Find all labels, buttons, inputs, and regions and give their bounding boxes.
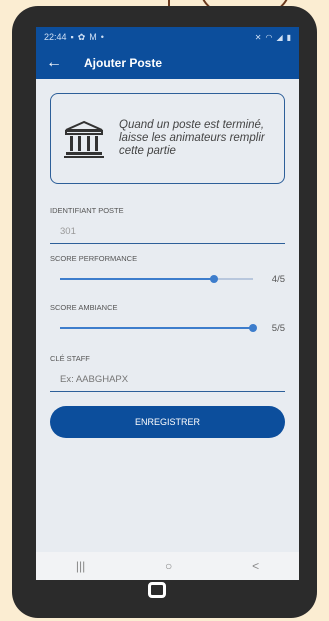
- ambiance-slider[interactable]: [60, 324, 257, 332]
- android-nav-bar: ||| ○ <: [36, 552, 299, 580]
- battery-icon: ▮: [286, 32, 291, 42]
- page-title: Ajouter Poste: [84, 56, 163, 70]
- id-label: IDENTIFIANT POSTE: [50, 206, 124, 215]
- signal-icon: ◢: [276, 32, 283, 42]
- perf-slider-thumb[interactable]: [210, 275, 219, 283]
- recent-apps-icon[interactable]: |||: [76, 559, 85, 573]
- wifi-icon: ◠: [265, 32, 273, 42]
- app-screen: 22:44 ▪ ✿ M • ✕ ◠ ◢ ▮ ← Ajouter Poste Qu…: [36, 27, 299, 580]
- ambiance-label: SCORE AMBIANCE: [50, 303, 118, 312]
- gmail-icon: M: [89, 32, 97, 42]
- dot-icon: •: [100, 32, 104, 42]
- perf-value: 4/5: [271, 273, 285, 285]
- ambiance-value: 5/5: [271, 322, 285, 334]
- mute-icon: ✕: [254, 32, 262, 42]
- app-bar: ← Ajouter Poste: [36, 47, 299, 79]
- staff-field-group: CLÉ STAFF: [50, 354, 285, 392]
- nav-back-icon[interactable]: <: [252, 559, 259, 573]
- form-content: Quand un poste est terminé, laisse les a…: [36, 93, 299, 438]
- status-time: 22:44: [44, 32, 67, 42]
- save-button[interactable]: ENREGISTRER: [50, 406, 285, 438]
- building-icon: [64, 120, 104, 158]
- perf-slider[interactable]: [60, 275, 253, 283]
- gallery-icon: ▪: [70, 32, 74, 42]
- perf-slider-fill: [60, 278, 215, 280]
- perf-field-group: SCORE PERFORMANCE 4/5: [50, 254, 285, 287]
- info-text: Quand un poste est terminé, laisse les a…: [119, 119, 265, 157]
- perf-label: SCORE PERFORMANCE: [50, 254, 138, 263]
- ambiance-field-group: SCORE AMBIANCE 5/5: [50, 303, 285, 336]
- back-arrow-icon[interactable]: ←: [46, 54, 72, 72]
- staff-label: CLÉ STAFF: [50, 354, 90, 363]
- status-bar: 22:44 ▪ ✿ M • ✕ ◠ ◢ ▮: [36, 27, 299, 47]
- ambiance-slider-fill: [60, 327, 253, 329]
- info-card: Quand un poste est terminé, laisse les a…: [50, 93, 285, 184]
- phone-home-key[interactable]: [148, 582, 166, 598]
- staff-key-input[interactable]: [50, 371, 285, 392]
- settings-icon: ✿: [77, 31, 86, 42]
- home-icon[interactable]: ○: [165, 559, 172, 573]
- ambiance-slider-thumb[interactable]: [249, 324, 257, 332]
- id-value[interactable]: 301: [50, 223, 285, 244]
- id-field-group: IDENTIFIANT POSTE 301: [50, 206, 285, 244]
